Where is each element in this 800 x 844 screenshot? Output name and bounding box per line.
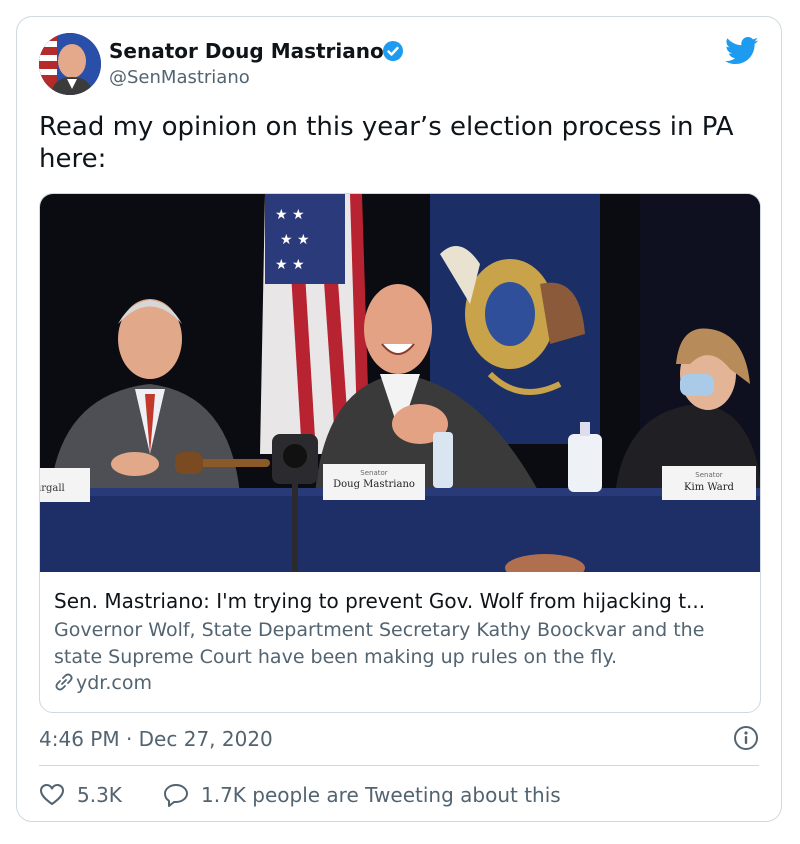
article-photo: ★ ★ ★ ★ ★ ★ irgall Senator Doug Mastrian… xyxy=(40,194,760,572)
tweeting-about-text: 1.7K people are Tweeting about this xyxy=(201,783,561,807)
tweet-timestamp[interactable]: 4:46 PM · Dec 27, 2020 xyxy=(39,727,273,751)
placard-left: irgall xyxy=(40,468,90,502)
link-card-title[interactable]: Sen. Mastriano: I'm trying to prevent Go… xyxy=(54,589,705,613)
link-card-domain-text: ydr.com xyxy=(76,672,152,694)
author-handle[interactable]: @SenMastriano xyxy=(109,67,250,88)
placard-right: Senator Kim Ward xyxy=(662,466,756,500)
tweet-card: Senator Doug Mastriano @SenMastriano Rea… xyxy=(16,16,782,822)
reply-bubble-icon xyxy=(164,784,188,807)
svg-text:Doug Mastriano: Doug Mastriano xyxy=(333,479,415,490)
svg-text:Kim Ward: Kim Ward xyxy=(684,482,734,493)
svg-text:Senator: Senator xyxy=(695,471,723,479)
verified-badge-icon xyxy=(383,41,403,61)
tweet-text: Read my opinion on this year’s election … xyxy=(39,112,734,174)
avatar[interactable] xyxy=(39,33,101,95)
like-count: 5.3K xyxy=(77,783,122,807)
svg-text:★ ★: ★ ★ xyxy=(275,207,305,223)
divider xyxy=(39,765,759,766)
svg-text:★ ★: ★ ★ xyxy=(280,232,310,248)
tweeting-about-link[interactable]: 1.7K people are Tweeting about this xyxy=(163,783,561,807)
link-card-description: Governor Wolf, State Department Secretar… xyxy=(54,619,705,668)
svg-text:★ ★: ★ ★ xyxy=(275,257,305,273)
svg-text:Senator: Senator xyxy=(360,469,388,477)
heart-icon xyxy=(40,784,64,805)
link-preview-card[interactable]: ★ ★ ★ ★ ★ ★ irgall Senator Doug Mastrian… xyxy=(39,193,761,713)
like-button[interactable]: 5.3K xyxy=(39,783,122,807)
link-icon xyxy=(55,673,73,691)
twitter-bird-icon[interactable] xyxy=(725,37,759,65)
placard-center: Senator Doug Mastriano xyxy=(323,464,425,500)
author-name[interactable]: Senator Doug Mastriano xyxy=(109,39,384,63)
info-icon[interactable] xyxy=(733,725,759,751)
svg-text:irgall: irgall xyxy=(40,483,65,494)
link-card-domain[interactable]: ydr.com xyxy=(54,672,152,694)
